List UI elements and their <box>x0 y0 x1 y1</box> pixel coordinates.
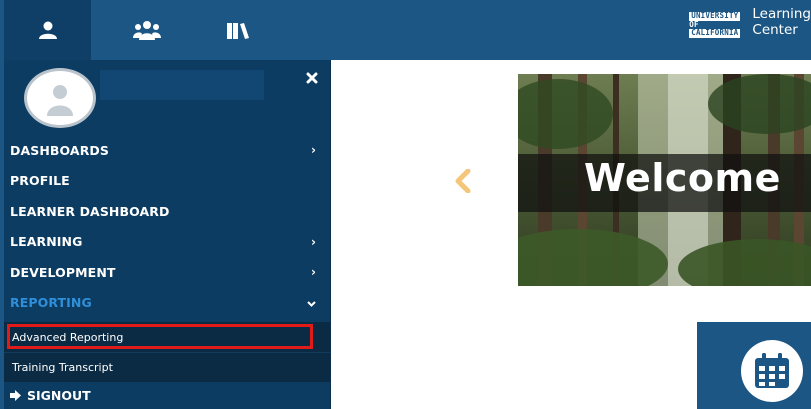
sidebar-item-label: LEARNER DASHBOARD <box>10 203 170 219</box>
sidebar-nav: DASHBOARDS › PROFILE LEARNER DASHBOARD L… <box>4 135 330 318</box>
learning-center-page: UNIVERSITY OF CALIFORNIA Learning Center <box>0 0 811 409</box>
calendar-tile[interactable] <box>697 322 811 409</box>
tab-library[interactable] <box>198 0 278 60</box>
tab-my-profile[interactable] <box>4 0 91 60</box>
sidebar-item-label: DASHBOARDS <box>10 142 110 158</box>
sidebar-item-label: PROFILE <box>10 173 70 189</box>
submenu-item-advanced-reporting[interactable]: Advanced Reporting <box>4 322 330 352</box>
books-icon <box>227 23 249 39</box>
sidebar-item-learning[interactable]: LEARNING › <box>4 227 330 258</box>
chevron-left-icon <box>455 168 471 194</box>
sidebar-item-reporting[interactable]: REPORTING <box>4 288 330 319</box>
user-icon <box>38 21 57 39</box>
close-icon <box>306 72 318 84</box>
close-sidebar-button[interactable] <box>304 70 320 86</box>
username-placeholder <box>100 70 264 100</box>
default-avatar-icon <box>47 85 73 116</box>
sidebar-item-label: REPORTING <box>10 295 92 311</box>
signout-button[interactable]: SIGNOUT <box>4 382 330 409</box>
calendar-icon <box>755 353 789 388</box>
sidebar-item-label: LEARNING <box>10 234 83 250</box>
sidebar-item-learner-dashboard[interactable]: LEARNER DASHBOARD <box>4 196 330 227</box>
sidebar-item-dashboards[interactable]: DASHBOARDS › <box>4 135 330 166</box>
chevron-down-icon <box>307 296 316 310</box>
highlight-box <box>7 324 313 349</box>
app-title: Learning Center <box>752 6 811 38</box>
sidebar-item-development[interactable]: DEVELOPMENT › <box>4 257 330 288</box>
welcome-banner: Welcome <box>518 74 811 286</box>
sidebar-item-label: DEVELOPMENT <box>10 264 116 280</box>
carousel-prev-button[interactable] <box>454 168 472 197</box>
brand: UNIVERSITY OF CALIFORNIA Learning Center <box>689 6 811 52</box>
chevron-right-icon: › <box>310 265 316 280</box>
reporting-submenu: Advanced Reporting Training Transcript <box>4 322 330 382</box>
top-nav-bar: UNIVERSITY OF CALIFORNIA Learning Center <box>0 0 811 60</box>
chevron-right-icon: › <box>310 143 316 158</box>
university-of-california-logo: UNIVERSITY OF CALIFORNIA <box>689 11 741 38</box>
avatar[interactable] <box>24 68 96 128</box>
tile-icon-circle <box>741 340 803 402</box>
welcome-heading: Welcome <box>584 156 781 200</box>
submenu-item-training-transcript[interactable]: Training Transcript <box>4 352 330 382</box>
users-group-icon <box>133 21 161 40</box>
signout-icon <box>10 390 21 401</box>
sidebar-menu: DASHBOARDS › PROFILE LEARNER DASHBOARD L… <box>0 60 331 409</box>
chevron-right-icon: › <box>310 234 316 249</box>
profile-header <box>4 60 330 130</box>
tab-team[interactable] <box>107 0 187 60</box>
sidebar-item-profile[interactable]: PROFILE <box>4 166 330 197</box>
signout-label: SIGNOUT <box>27 388 91 403</box>
submenu-item-label: Training Transcript <box>12 361 113 374</box>
